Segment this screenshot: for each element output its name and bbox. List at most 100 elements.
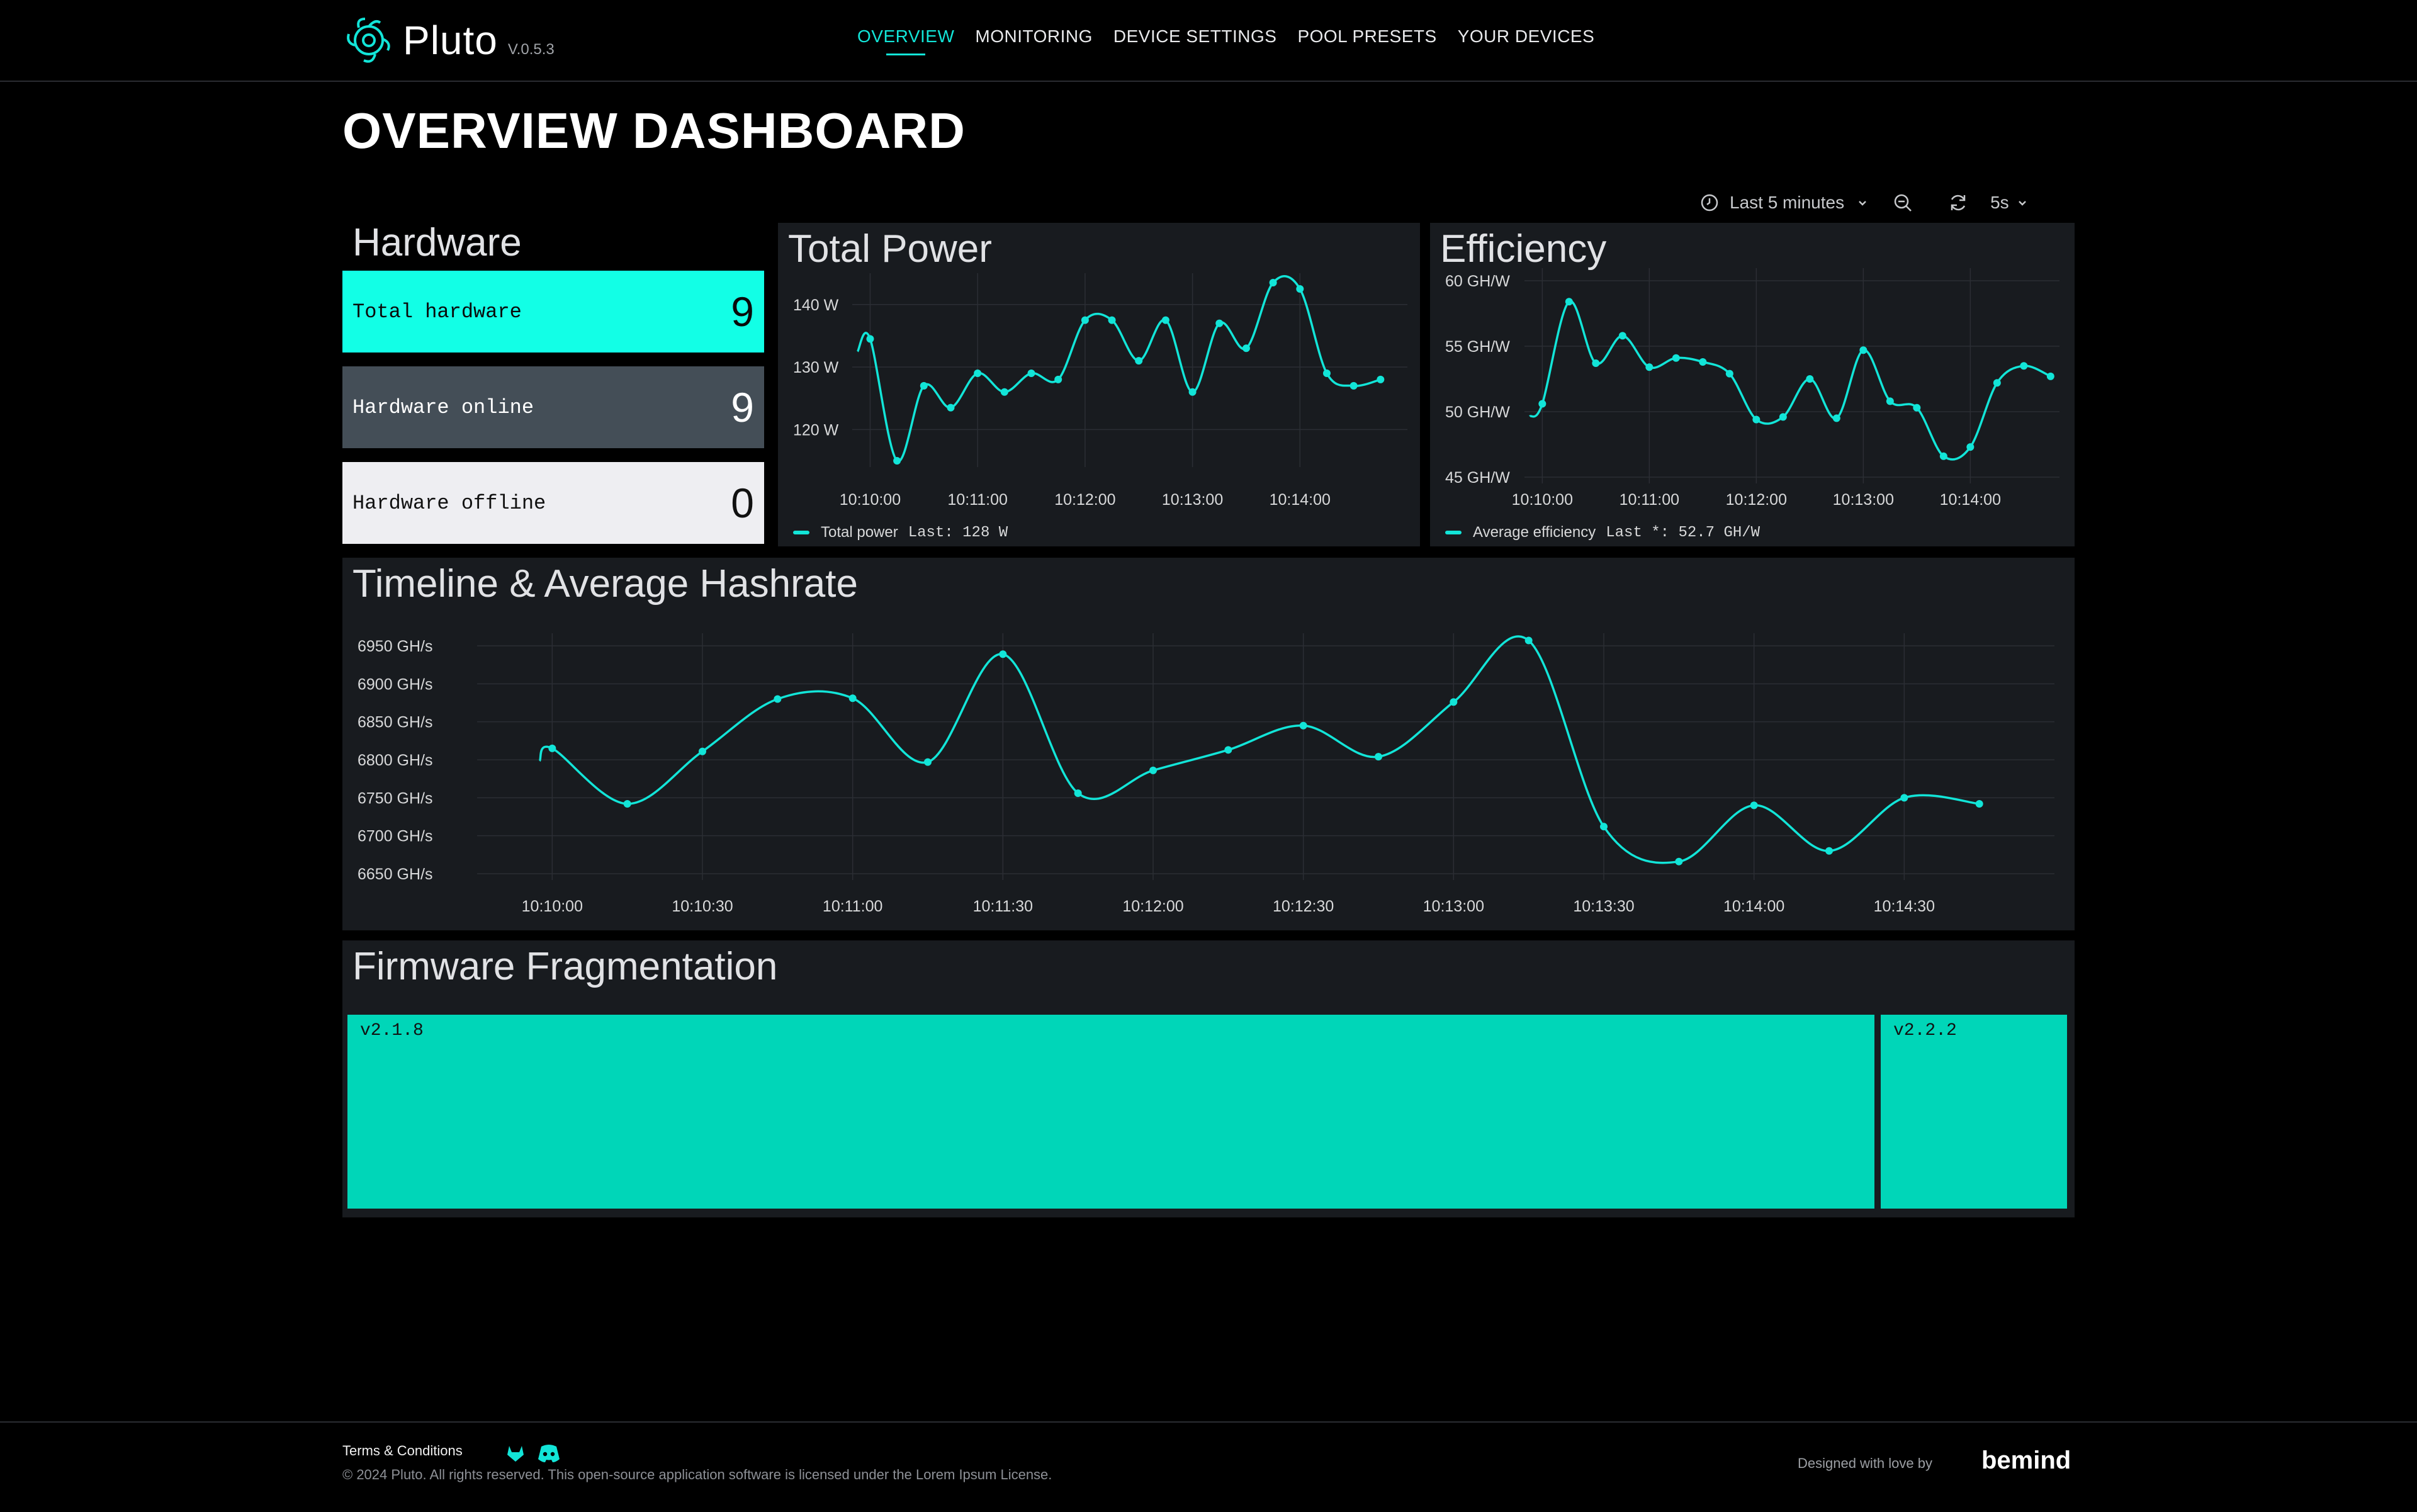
x-tick-label: 10:10:00 xyxy=(1512,491,1573,509)
data-point[interactable] xyxy=(1975,799,1983,808)
firmware-block-v2-1-8[interactable]: v2.1.8 xyxy=(347,1015,1874,1209)
hashrate-panel: Timeline & Average Hashrate 6650 GH/s 670… xyxy=(342,558,2075,930)
data-point[interactable] xyxy=(1242,344,1250,353)
firmware-block-v2-2-2[interactable]: v2.2.2 xyxy=(1881,1015,2067,1209)
data-point[interactable] xyxy=(623,799,631,808)
data-point[interactable] xyxy=(1675,857,1683,866)
data-point[interactable] xyxy=(1074,789,1082,798)
data-point[interactable] xyxy=(1135,357,1143,365)
data-point[interactable] xyxy=(1054,375,1062,383)
data-point[interactable] xyxy=(1806,375,1814,383)
legend-swatch xyxy=(1445,531,1462,534)
data-point[interactable] xyxy=(1859,346,1868,354)
data-point[interactable] xyxy=(1779,413,1787,421)
refresh-button[interactable] xyxy=(1947,192,1969,213)
data-point[interactable] xyxy=(1645,363,1654,371)
data-point[interactable] xyxy=(1750,801,1758,810)
y-tick-label: 6700 GH/s xyxy=(358,828,433,845)
data-point[interactable] xyxy=(1269,279,1277,287)
data-point[interactable] xyxy=(1825,847,1833,855)
x-tick-label: 10:14:00 xyxy=(1270,491,1331,509)
data-point[interactable] xyxy=(1993,379,2001,387)
data-point[interactable] xyxy=(1886,397,1894,405)
data-point[interactable] xyxy=(1149,766,1157,774)
bemind-logo[interactable]: bemind xyxy=(1981,1447,2071,1475)
app-logo[interactable]: Pluto V.0.5.3 xyxy=(342,14,555,67)
x-tick-label: 10:12:00 xyxy=(1054,491,1115,509)
data-point[interactable] xyxy=(1939,452,1947,460)
refresh-interval-picker[interactable]: 5s xyxy=(1990,193,2029,213)
data-point[interactable] xyxy=(1600,823,1608,831)
data-point[interactable] xyxy=(1108,316,1116,324)
data-point[interactable] xyxy=(1913,403,1921,412)
x-tick-label: 10:11:00 xyxy=(947,491,1007,509)
y-tick-label: 6900 GH/s xyxy=(358,675,433,693)
data-point[interactable] xyxy=(1672,354,1680,362)
total-power-panel: Total Power 120 W 130 W 140 W 10:10:00 10:11… xyxy=(778,223,1420,546)
stat-value: 9 xyxy=(731,384,754,431)
data-point[interactable] xyxy=(774,695,782,703)
chart-legend: Total power Last: 128 W xyxy=(793,524,1008,541)
data-point[interactable] xyxy=(1565,298,1573,306)
data-point[interactable] xyxy=(1966,443,1975,451)
data-point[interactable] xyxy=(2020,362,2028,370)
data-point[interactable] xyxy=(1450,698,1458,706)
data-point[interactable] xyxy=(1215,319,1224,327)
data-point[interactable] xyxy=(1027,370,1035,377)
data-point[interactable] xyxy=(1592,359,1600,368)
nav-monitoring[interactable]: MONITORING xyxy=(975,26,1092,55)
data-point[interactable] xyxy=(548,744,556,752)
nav-your-devices[interactable]: YOUR DEVICES xyxy=(1458,26,1595,55)
data-point[interactable] xyxy=(1081,316,1089,324)
data-point[interactable] xyxy=(1832,414,1840,422)
nav-device-settings[interactable]: DEVICE SETTINGS xyxy=(1113,26,1277,55)
data-point[interactable] xyxy=(1377,375,1385,383)
stat-hardware-offline[interactable]: Hardware offline 0 xyxy=(342,462,764,544)
data-point[interactable] xyxy=(1752,415,1761,424)
data-point[interactable] xyxy=(1188,388,1197,396)
discord-icon[interactable] xyxy=(536,1443,561,1464)
data-point[interactable] xyxy=(1224,746,1232,754)
gitlab-icon[interactable] xyxy=(505,1443,526,1464)
firmware-version-label: v2.2.2 xyxy=(1893,1021,1957,1041)
y-tick-label: 6850 GH/s xyxy=(358,714,433,731)
data-point[interactable] xyxy=(1900,794,1908,802)
series-line xyxy=(856,275,1381,463)
data-point[interactable] xyxy=(1322,370,1331,377)
zoom-out-button[interactable] xyxy=(1892,192,1913,213)
data-point[interactable] xyxy=(848,694,857,702)
x-tick-label: 10:11:00 xyxy=(1620,491,1679,509)
data-point[interactable] xyxy=(1296,285,1304,293)
data-point[interactable] xyxy=(1699,358,1707,366)
footer: Terms & Conditions © 2024 Pluto. All rig… xyxy=(0,1421,2417,1512)
x-tick-label: 10:10:00 xyxy=(522,898,583,915)
data-point[interactable] xyxy=(699,747,706,755)
data-point[interactable] xyxy=(893,457,901,465)
data-point[interactable] xyxy=(924,758,932,766)
data-point[interactable] xyxy=(974,370,982,377)
y-tick-label: 50 GH/W xyxy=(1445,403,1510,421)
data-point[interactable] xyxy=(1524,636,1533,645)
stat-label: Total hardware xyxy=(352,300,522,324)
nav-pool-presets[interactable]: POOL PRESETS xyxy=(1297,26,1436,55)
data-point[interactable] xyxy=(1000,388,1008,396)
data-point[interactable] xyxy=(1299,721,1307,730)
data-point[interactable] xyxy=(920,381,928,390)
data-point[interactable] xyxy=(1349,381,1358,390)
data-point[interactable] xyxy=(1618,332,1626,340)
time-range-picker[interactable]: Last 5 minutes xyxy=(1699,193,1869,213)
legend-series-name: Average efficiency xyxy=(1473,524,1596,541)
terms-link[interactable]: Terms & Conditions xyxy=(342,1443,463,1459)
data-point[interactable] xyxy=(1538,400,1547,408)
series-line xyxy=(1529,300,2051,461)
data-point[interactable] xyxy=(1161,316,1169,324)
data-point[interactable] xyxy=(866,335,874,343)
stat-hardware-online[interactable]: Hardware online 9 xyxy=(342,366,764,448)
data-point[interactable] xyxy=(999,650,1007,658)
data-point[interactable] xyxy=(947,403,955,412)
nav-overview[interactable]: OVERVIEW xyxy=(857,26,954,55)
stat-total-hardware[interactable]: Total hardware 9 xyxy=(342,271,764,353)
data-point[interactable] xyxy=(2046,372,2054,380)
data-point[interactable] xyxy=(1375,753,1382,761)
data-point[interactable] xyxy=(1725,370,1733,378)
